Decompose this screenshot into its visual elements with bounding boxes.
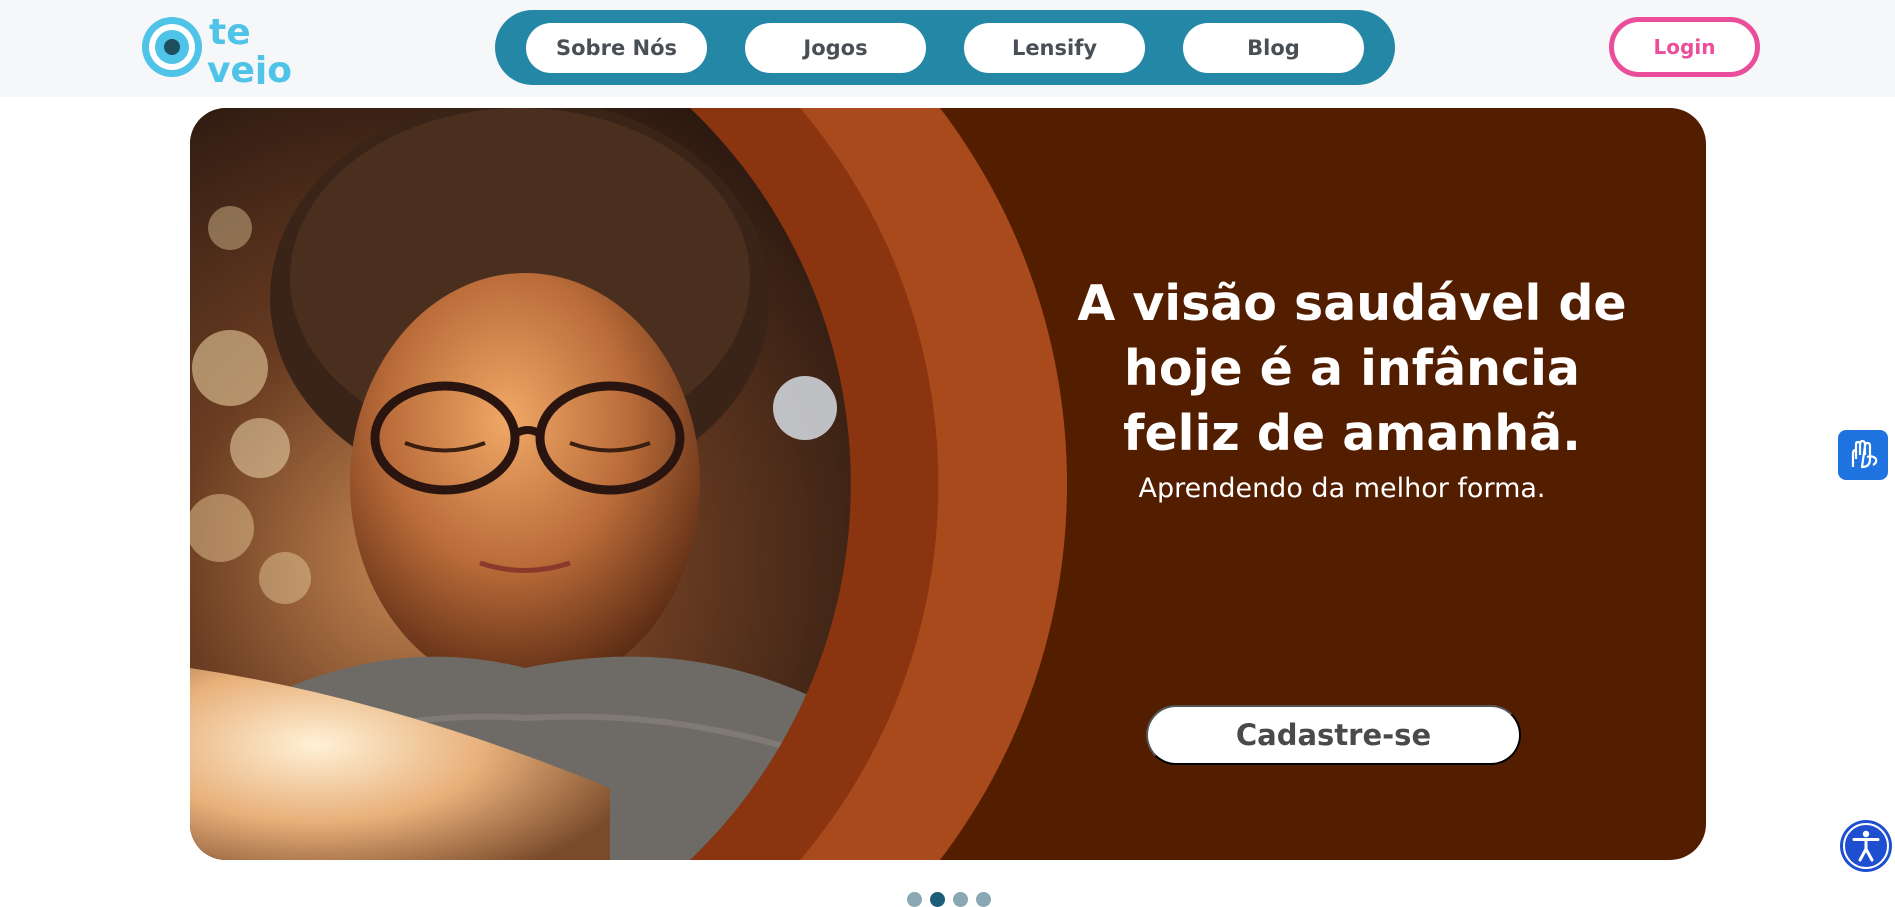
carousel-dot-4[interactable]: [976, 892, 991, 907]
carousel-dots: [907, 892, 991, 907]
hero-headline-line1: A visão saudável de: [1077, 275, 1627, 332]
logo-text-line2: vejo: [207, 50, 292, 84]
hero-headline: A visão saudável de hoje é a infância fe…: [1012, 271, 1692, 466]
hero-headline-line3: feliz de amanhã.: [1123, 405, 1581, 462]
accessibility-button[interactable]: [1838, 818, 1894, 874]
nav-jogos[interactable]: Jogos: [745, 22, 926, 73]
eye-icon: te vejo: [142, 12, 292, 84]
hero-subheadline: Aprendendo da melhor forma.: [1138, 473, 1546, 504]
carousel-dot-2[interactable]: [930, 892, 945, 907]
hands-sign-language-icon: [1851, 439, 1878, 469]
nav-blog[interactable]: Blog: [1183, 22, 1364, 73]
site-header: te vejo Sobre Nós Jogos Lensify Blog Log…: [0, 0, 1895, 97]
login-button[interactable]: Login: [1609, 17, 1760, 77]
logo-text-line1: te: [209, 12, 251, 53]
accessibility-person-icon: [1840, 820, 1892, 872]
main-nav: Sobre Nós Jogos Lensify Blog: [495, 10, 1395, 85]
nav-sobre-nos[interactable]: Sobre Nós: [526, 22, 707, 73]
sign-language-button[interactable]: [1838, 430, 1888, 480]
carousel-dot-1[interactable]: [907, 892, 922, 907]
signup-button[interactable]: Cadastre-se: [1146, 705, 1521, 765]
logo-link[interactable]: te vejo: [139, 10, 299, 84]
hero-headline-line2: hoje é a infância: [1124, 340, 1580, 397]
hero-banner: A visão saudável de hoje é a infância fe…: [190, 108, 1706, 860]
carousel-dot-3[interactable]: [953, 892, 968, 907]
nav-lensify[interactable]: Lensify: [964, 22, 1145, 73]
